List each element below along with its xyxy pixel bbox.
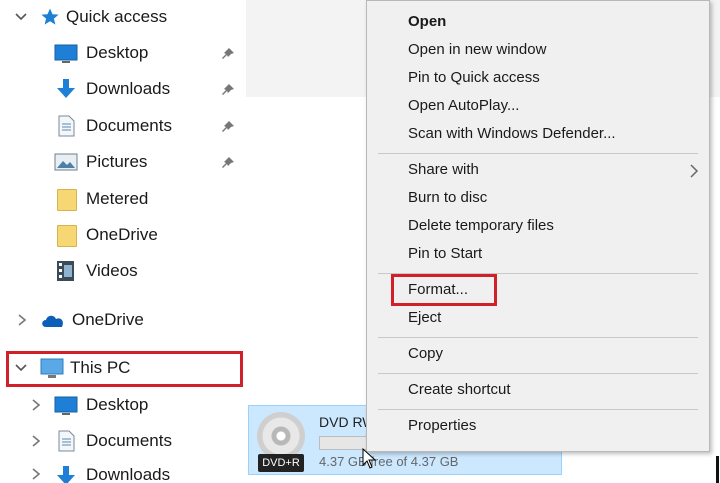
menu-item-burn-to-disc[interactable]: Burn to disc: [408, 189, 487, 206]
context-menu: Open Open in new window Pin to Quick acces…: [366, 0, 710, 452]
drive-size-text: 4.37 GB free of 4.37 GB: [319, 454, 459, 469]
menu-item-delete-temporary-files[interactable]: Delete temporary files: [408, 217, 554, 234]
this-pc-highlight: [6, 351, 243, 387]
desktop-icon: [54, 42, 78, 64]
dvd-badge: DVD+R: [258, 454, 304, 472]
menu-item-open[interactable]: Open: [408, 13, 446, 30]
document-icon: [54, 430, 78, 452]
chevron-right-icon[interactable]: [30, 434, 42, 448]
menu-item-pin-to-start[interactable]: Pin to Start: [408, 245, 482, 262]
nav-item-label: Metered: [86, 189, 149, 208]
menu-item-properties[interactable]: Properties: [408, 417, 476, 434]
document-icon: [54, 115, 78, 137]
cloud-icon: [40, 311, 66, 329]
format-highlight: [391, 274, 497, 306]
nav-item-documents[interactable]: Documents: [54, 110, 172, 142]
nav-onedrive-label: OneDrive: [72, 310, 144, 329]
nav-item-label: Documents: [86, 431, 172, 450]
nav-item-label: Desktop: [86, 395, 149, 414]
nav-item-label: Pictures: [86, 152, 148, 171]
chevron-right-icon[interactable]: [30, 398, 42, 412]
menu-item-open-autoplay[interactable]: Open AutoPlay...: [408, 97, 519, 114]
nav-item-metered[interactable]: Metered: [54, 183, 148, 215]
menu-separator: [378, 337, 698, 338]
pictures-icon: [54, 151, 78, 173]
menu-separator: [378, 409, 698, 410]
nav-quick-access[interactable]: Quick access: [14, 1, 167, 33]
nav-item-label: Documents: [86, 116, 172, 135]
pin-icon[interactable]: [220, 46, 236, 62]
nav-onedrive[interactable]: OneDrive: [16, 304, 144, 336]
nav-item-pictures[interactable]: Pictures: [54, 146, 147, 178]
nav-this-pc-documents[interactable]: Documents: [30, 425, 172, 457]
pin-icon[interactable]: [220, 119, 236, 135]
window-edge: [716, 456, 719, 483]
nav-item-desktop[interactable]: Desktop: [54, 37, 148, 69]
nav-this-pc-downloads[interactable]: Downloads: [30, 461, 170, 483]
desktop-icon: [54, 394, 78, 416]
nav-item-downloads[interactable]: Downloads: [54, 73, 170, 105]
menu-item-eject[interactable]: Eject: [408, 309, 441, 326]
videos-icon: [54, 260, 78, 282]
menu-item-scan-with-windows-defender[interactable]: Scan with Windows Defender...: [408, 125, 616, 142]
menu-item-share-with[interactable]: Share with: [408, 161, 479, 178]
nav-item-label: Desktop: [86, 43, 149, 62]
chevron-down-icon[interactable]: [14, 10, 28, 24]
submenu-chevron-icon: [689, 163, 699, 184]
mouse-cursor-icon: [362, 447, 378, 470]
chevron-right-icon[interactable]: [16, 313, 28, 327]
menu-item-open-in-new-window[interactable]: Open in new window: [408, 41, 546, 58]
chevron-right-icon[interactable]: [30, 467, 42, 481]
navigation-pane: Quick access Desktop Downloads Documents…: [0, 0, 246, 483]
download-arrow-icon: [54, 465, 78, 483]
nav-quick-access-label: Quick access: [66, 7, 168, 26]
nav-item-label: Videos: [86, 261, 138, 280]
nav-item-videos[interactable]: Videos: [54, 255, 138, 287]
menu-item-pin-to-quick-access[interactable]: Pin to Quick access: [408, 69, 540, 86]
pin-icon[interactable]: [220, 155, 236, 171]
download-arrow-icon: [54, 78, 78, 100]
dvd-disc-icon: [257, 412, 305, 460]
nav-item-label: Downloads: [86, 465, 171, 483]
nav-item-label: OneDrive: [86, 225, 158, 244]
nav-item-label: Downloads: [86, 79, 171, 98]
menu-separator: [378, 373, 698, 374]
folder-icon: [54, 188, 78, 211]
menu-item-create-shortcut[interactable]: Create shortcut: [408, 381, 511, 398]
nav-this-pc-desktop[interactable]: Desktop: [30, 389, 148, 421]
menu-item-copy[interactable]: Copy: [408, 345, 443, 362]
folder-icon: [54, 224, 78, 247]
pin-icon[interactable]: [220, 82, 236, 98]
nav-item-onedrive-folder[interactable]: OneDrive: [54, 219, 158, 251]
menu-separator: [378, 153, 698, 154]
star-icon: [40, 7, 60, 27]
